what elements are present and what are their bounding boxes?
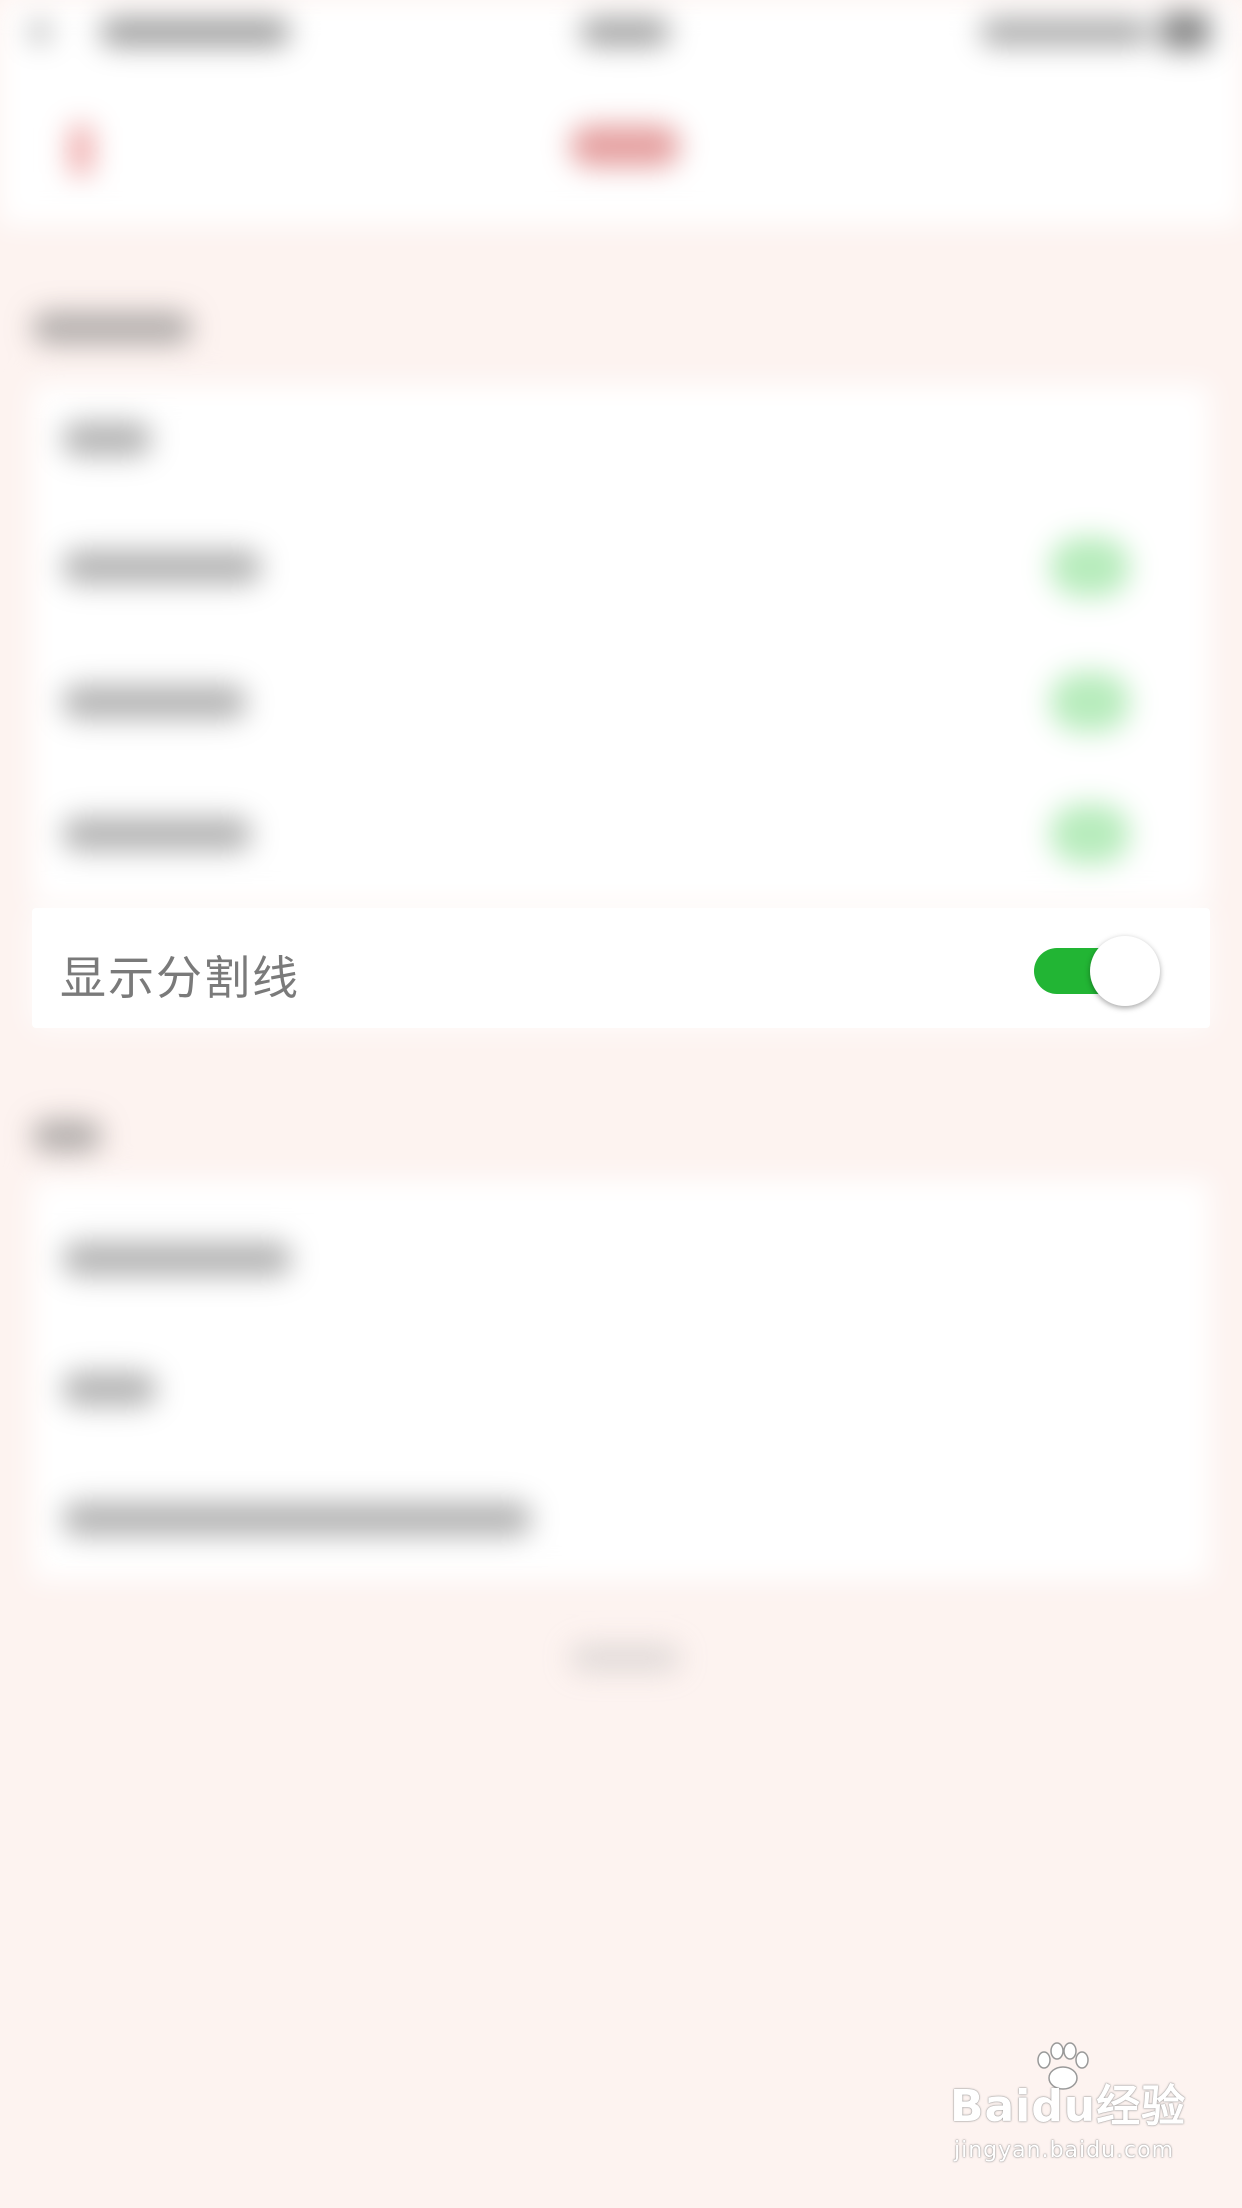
blurred-background [0,0,1242,2208]
show-divider-label: 显示分割线 [60,951,300,1005]
settings-card [32,385,1210,905]
status-time [580,18,670,46]
back-icon [70,125,92,175]
row-label [62,817,252,851]
row-label [62,685,247,719]
settings-card [32,1180,1210,1580]
row-label [62,550,262,584]
toggle-blurred [1050,804,1130,864]
header-bar [0,0,1242,225]
watermark-url: jingyan.baidu.com [954,2138,1175,2163]
page-title [570,125,680,167]
row-label [62,422,152,456]
show-divider-toggle[interactable] [1034,936,1170,1006]
signal-icon [30,22,50,42]
section-header [32,312,192,344]
row-label [62,1502,532,1536]
toggle-blurred [1050,537,1130,597]
section-header [32,1120,102,1152]
row-label [62,1242,292,1276]
watermark-brand: Baidu经验 [950,2081,1187,2132]
row-label [62,1372,157,1406]
footer-text [570,1645,680,1671]
status-carrier [100,18,290,46]
battery-icon [1160,12,1210,50]
toggle-blurred [1050,672,1130,732]
show-divider-row[interactable]: 显示分割线 [32,908,1210,1028]
status-indicators [980,18,1150,46]
toggle-knob [1090,936,1160,1006]
settings-screen: 显示分割线 Baidu经验 jingyan.baidu.com [0,0,1242,2208]
baidu-watermark: Baidu经验 jingyan.baidu.com [950,2042,1190,2190]
